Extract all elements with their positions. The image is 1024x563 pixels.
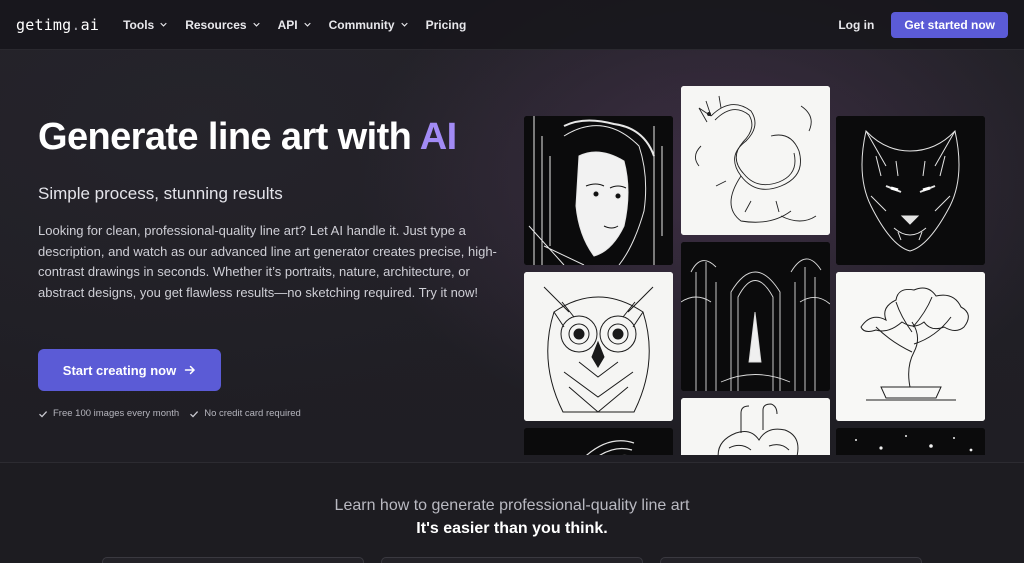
- step-card: [102, 557, 364, 563]
- wolf-icon: [836, 116, 985, 265]
- nav-right: Log in Get started now: [838, 11, 1008, 38]
- check-icon: [190, 410, 199, 418]
- learn-section-subtitle: It's easier than you think.: [416, 520, 608, 537]
- chevron-down-icon: [303, 22, 311, 27]
- step-card: [381, 557, 643, 563]
- headline-accent: AI: [419, 116, 457, 158]
- bonsai-tree-icon: [836, 272, 985, 421]
- check-text: No credit card required: [204, 408, 301, 419]
- woman-portrait-image[interactable]: [524, 116, 673, 265]
- woman-portrait-icon: [524, 116, 673, 265]
- nav-item-label: Community: [328, 17, 395, 32]
- nav-item-resources[interactable]: Resources: [185, 17, 260, 32]
- dragon-icon: [681, 86, 830, 235]
- heart-anatomy-icon: [681, 398, 830, 455]
- hero-subheadline: Simple process, stunning results: [38, 184, 283, 203]
- logo-dot: .: [71, 15, 81, 34]
- logo-main: getimg: [16, 15, 72, 34]
- starfield-image[interactable]: [836, 428, 985, 455]
- arrow-right-icon: [184, 365, 196, 375]
- logo[interactable]: getimg.ai: [16, 16, 99, 34]
- starfield-icon: [836, 428, 985, 455]
- wolf-image[interactable]: [836, 116, 985, 265]
- owl-icon: [524, 272, 673, 421]
- dragon-image[interactable]: [681, 86, 830, 235]
- login-link[interactable]: Log in: [838, 18, 874, 32]
- logo-tail: ai: [80, 15, 100, 34]
- nav-item-pricing[interactable]: Pricing: [426, 18, 467, 32]
- nav-item-community[interactable]: Community: [329, 18, 408, 32]
- nav-menu: Tools Resources API Community Pricing: [123, 18, 484, 32]
- start-creating-label: Start creating now: [62, 362, 177, 378]
- nav-item-tools[interactable]: Tools: [123, 18, 167, 32]
- abstract-swirl-image[interactable]: [524, 428, 673, 455]
- forest-archway-image[interactable]: [681, 242, 830, 391]
- bonsai-tree-image[interactable]: [836, 272, 985, 421]
- step-card: [660, 557, 922, 563]
- nav-item-label: API: [277, 17, 298, 32]
- hero-description: Looking for clean, professional-quality …: [38, 223, 497, 300]
- heart-anatomy-image[interactable]: [681, 398, 830, 455]
- page: getimg.ai Tools Resources API Community …: [0, 0, 1024, 563]
- headline-text: Generate line art with: [38, 116, 420, 158]
- start-creating-button[interactable]: Start creating now: [38, 349, 221, 391]
- learn-section-title: Learn how to generate professional-quali…: [334, 497, 690, 514]
- page-title: Generate line art with AI: [38, 116, 457, 159]
- abstract-swirl-icon: [524, 428, 673, 455]
- check-icon: [39, 410, 48, 418]
- chevron-down-icon: [252, 22, 260, 27]
- hero-checklist: Free 100 images every month No credit ca…: [38, 408, 311, 419]
- owl-image[interactable]: [524, 272, 673, 421]
- check-item: Free 100 images every month: [38, 408, 179, 419]
- check-item: No credit card required: [189, 408, 301, 419]
- nav-item-label: Tools: [123, 17, 155, 32]
- chevron-down-icon: [400, 22, 408, 27]
- top-nav: getimg.ai Tools Resources API Community …: [0, 0, 1024, 50]
- nav-item-label: Resources: [185, 17, 247, 32]
- nav-item-label: Pricing: [425, 17, 467, 32]
- line-art-gallery: [524, 86, 986, 455]
- get-started-button[interactable]: Get started now: [891, 11, 1008, 38]
- forest-archway-icon: [681, 242, 830, 391]
- check-text: Free 100 images every month: [53, 408, 180, 419]
- chevron-down-icon: [160, 22, 167, 27]
- nav-item-api[interactable]: API: [278, 18, 311, 32]
